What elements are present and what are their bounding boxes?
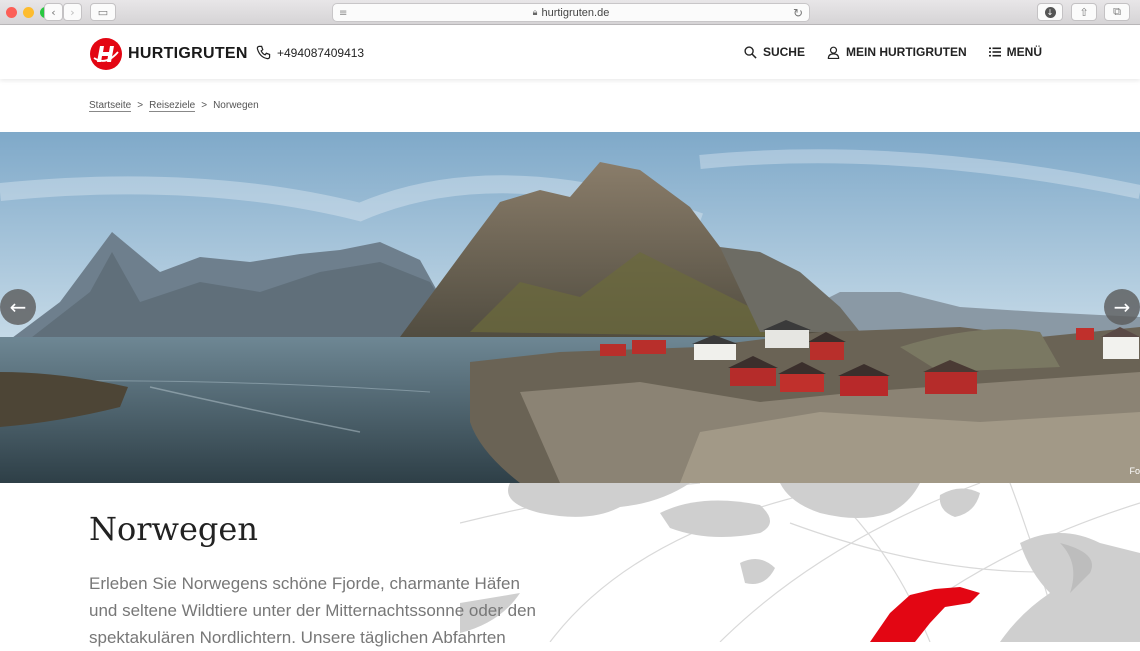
breadcrumb-home-link[interactable]: Startseite [89, 100, 132, 112]
page-title: Norwegen [89, 510, 258, 548]
menu-label: MENÜ [1006, 45, 1042, 59]
norway-highlight [870, 587, 980, 642]
hero-next-button[interactable]: → [1104, 289, 1140, 325]
search-button[interactable]: SUCHE [744, 45, 805, 59]
arrow-left-icon: ← [9, 295, 27, 319]
phone-icon [256, 45, 271, 60]
download-icon: ↓ [1044, 6, 1056, 18]
url-text: hurtigruten.de [541, 6, 610, 19]
close-window-button[interactable] [6, 7, 17, 18]
logo[interactable]: HURTIGRUTEN [90, 38, 248, 70]
minimize-window-button[interactable] [23, 7, 34, 18]
logo-text: HURTIGRUTEN [128, 45, 248, 62]
breadcrumb-current: Norwegen [213, 100, 259, 111]
menu-icon [988, 47, 1001, 57]
back-button[interactable]: ‹ [44, 3, 63, 21]
account-label: MEIN HURTIGRUTEN [845, 45, 967, 59]
lock-icon: 🔒︎ [532, 7, 538, 17]
browser-toolbar: ‹ › ▭ ≡ 🔒︎ hurtigruten.de ↻ ↓ ⇧ ⧉ [0, 0, 1140, 25]
breadcrumb: Startseite > Reiseziele > Norwegen [89, 100, 259, 112]
user-icon [827, 46, 840, 59]
downloads-button[interactable]: ↓ [1037, 3, 1063, 21]
phone-link[interactable]: +494087409413 [256, 45, 364, 60]
menu-button[interactable]: MENÜ [988, 45, 1042, 59]
address-bar[interactable]: ≡ 🔒︎ hurtigruten.de ↻ [332, 3, 810, 22]
tabs-button[interactable]: ⧉ [1104, 3, 1130, 21]
breadcrumb-separator: > [137, 100, 144, 111]
map-illustration [460, 483, 1140, 642]
reload-icon[interactable]: ↻ [793, 6, 803, 20]
search-icon [744, 45, 757, 59]
breadcrumb-separator: > [201, 100, 208, 111]
account-button[interactable]: MEIN HURTIGRUTEN [827, 45, 967, 59]
hero-image [0, 132, 1140, 483]
site-header: HURTIGRUTEN +494087409413 SUCHE MEIN HUR… [0, 26, 1140, 79]
forward-button[interactable]: › [63, 3, 82, 21]
share-button[interactable]: ⇧ [1071, 3, 1097, 21]
reader-icon[interactable]: ≡ [339, 8, 347, 19]
search-label: SUCHE [762, 45, 805, 59]
intro-paragraph: Erleben Sie Norwegens schöne Fjorde, cha… [89, 574, 536, 647]
hero-prev-button[interactable]: ← [0, 289, 36, 325]
phone-number: +494087409413 [277, 45, 365, 60]
main-nav: SUCHE MEIN HURTIGRUTEN MENÜ [744, 45, 1042, 59]
photo-credit: Fo [1129, 466, 1140, 476]
sidebar-toggle-button[interactable]: ▭ [90, 3, 116, 21]
breadcrumb-destinations-link[interactable]: Reiseziele [149, 100, 196, 112]
arrow-right-icon: → [1113, 295, 1131, 319]
hurtigruten-logo-icon [90, 38, 122, 70]
